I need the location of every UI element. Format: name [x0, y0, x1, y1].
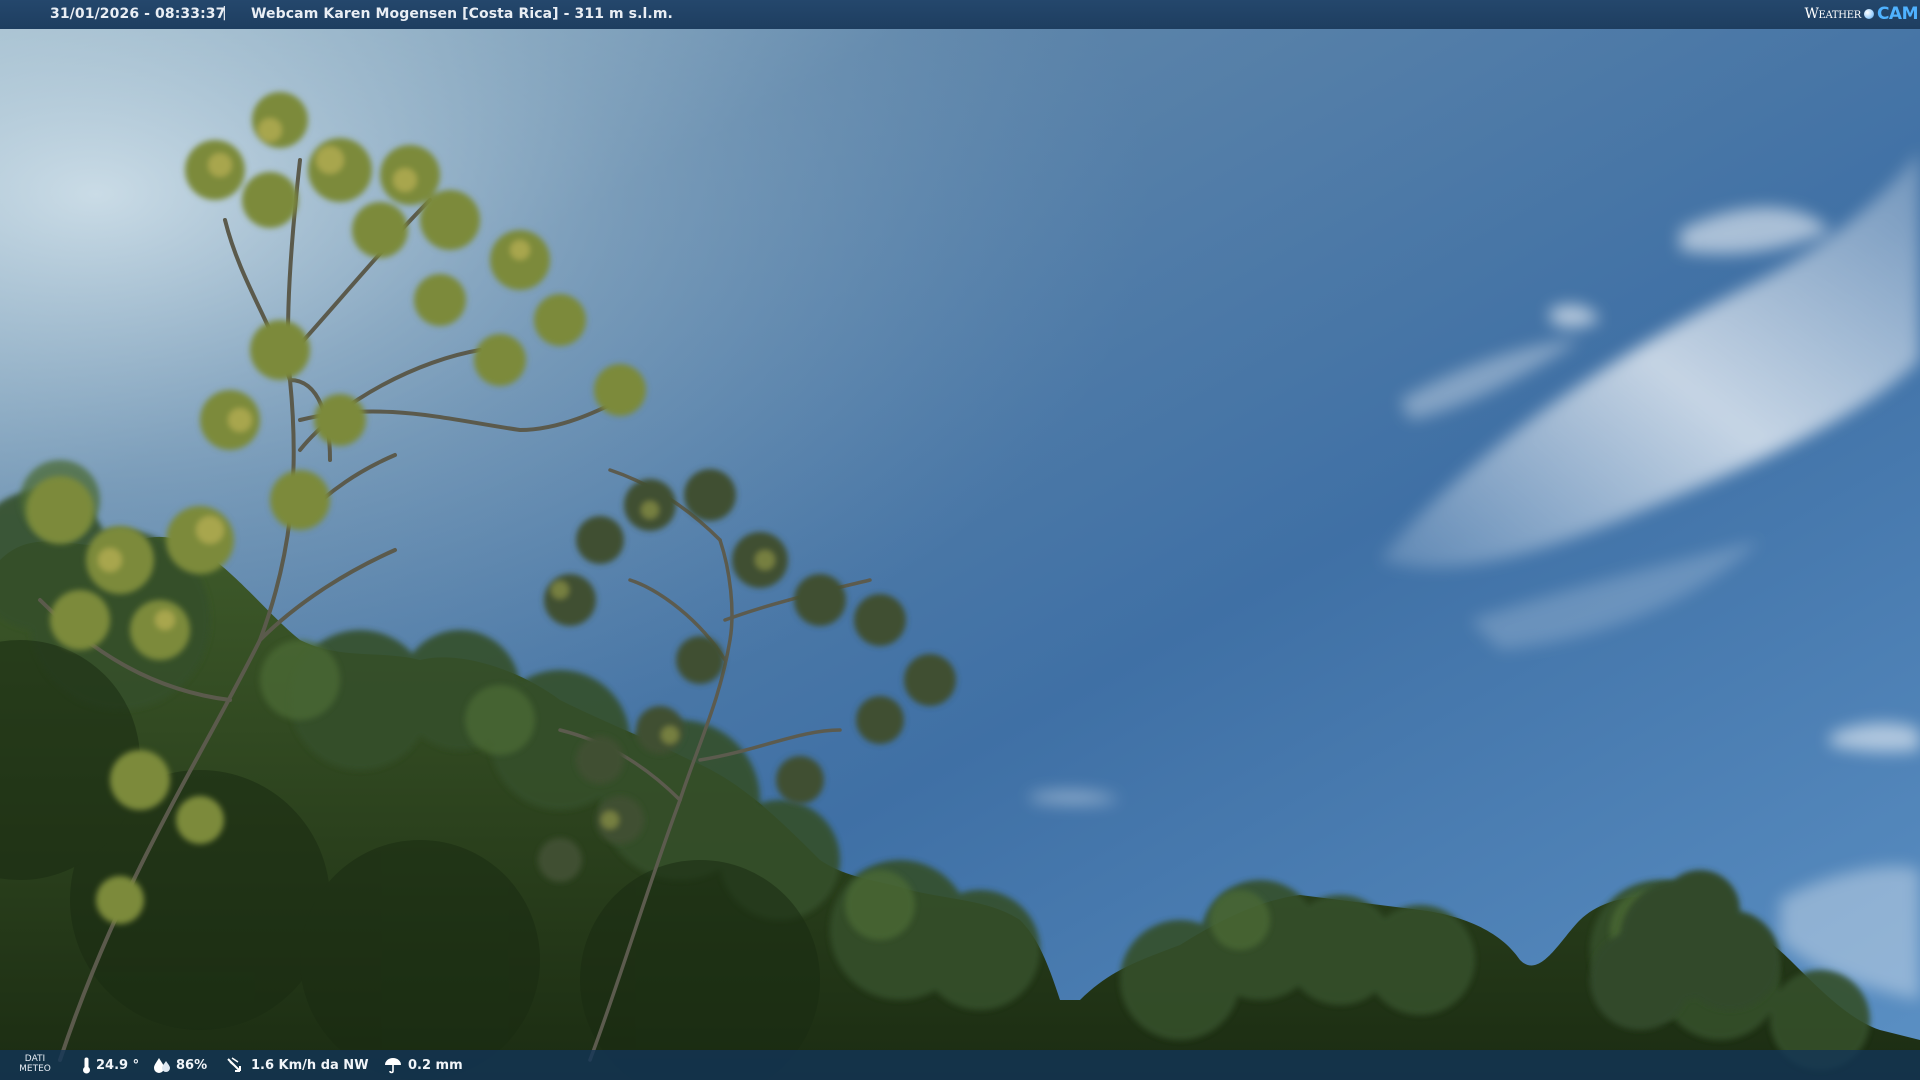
dati-label-line1: DATI: [24, 1054, 46, 1064]
timestamp: 31/01/2026 - 08:33:37: [50, 6, 226, 22]
webcam-image: [0, 0, 1920, 1080]
humidity-reading: 86%: [153, 1057, 207, 1073]
rain-value: 0.2 mm: [408, 1058, 463, 1073]
wind-icon: [227, 1057, 241, 1072]
thermometer-icon: [83, 1057, 90, 1074]
title-separator: |: [222, 5, 227, 21]
logo-globe-icon: [1863, 9, 1874, 19]
dati-label-line2: METEO: [19, 1064, 51, 1074]
temperature-reading: 24.9 °: [82, 1057, 139, 1074]
webcam-title: Webcam Karen Mogensen [Costa Rica] - 311…: [251, 6, 673, 22]
webcam-scene: [0, 0, 1920, 1080]
logo-text-cam: CAM: [1876, 4, 1919, 24]
humidity-value: 86%: [176, 1057, 208, 1073]
temperature-value: 24.9 °: [96, 1058, 140, 1073]
rain-umbrella-icon: [385, 1058, 401, 1074]
wind-reading: 1.6 Km/h da NW: [226, 1057, 369, 1074]
dati-meteo-label[interactable]: DATI METEO: [18, 1054, 52, 1074]
top-info-bar: 31/01/2026 - 08:33:37 | Webcam Karen Mog…: [0, 0, 1920, 29]
wind-value: 1.6 Km/h da NW: [251, 1058, 369, 1073]
humidity-drop-icon: [154, 1058, 170, 1073]
weather-data-bar: DATI METEO 24.9 ° 86% 1.6 Km/h da NW 0.2…: [0, 1050, 1920, 1080]
rain-reading: 0.2 mm: [384, 1057, 463, 1074]
weathercam-logo-icon[interactable]: Weather CAM: [1804, 3, 1918, 25]
logo-text-weather: Weather: [1804, 6, 1861, 22]
